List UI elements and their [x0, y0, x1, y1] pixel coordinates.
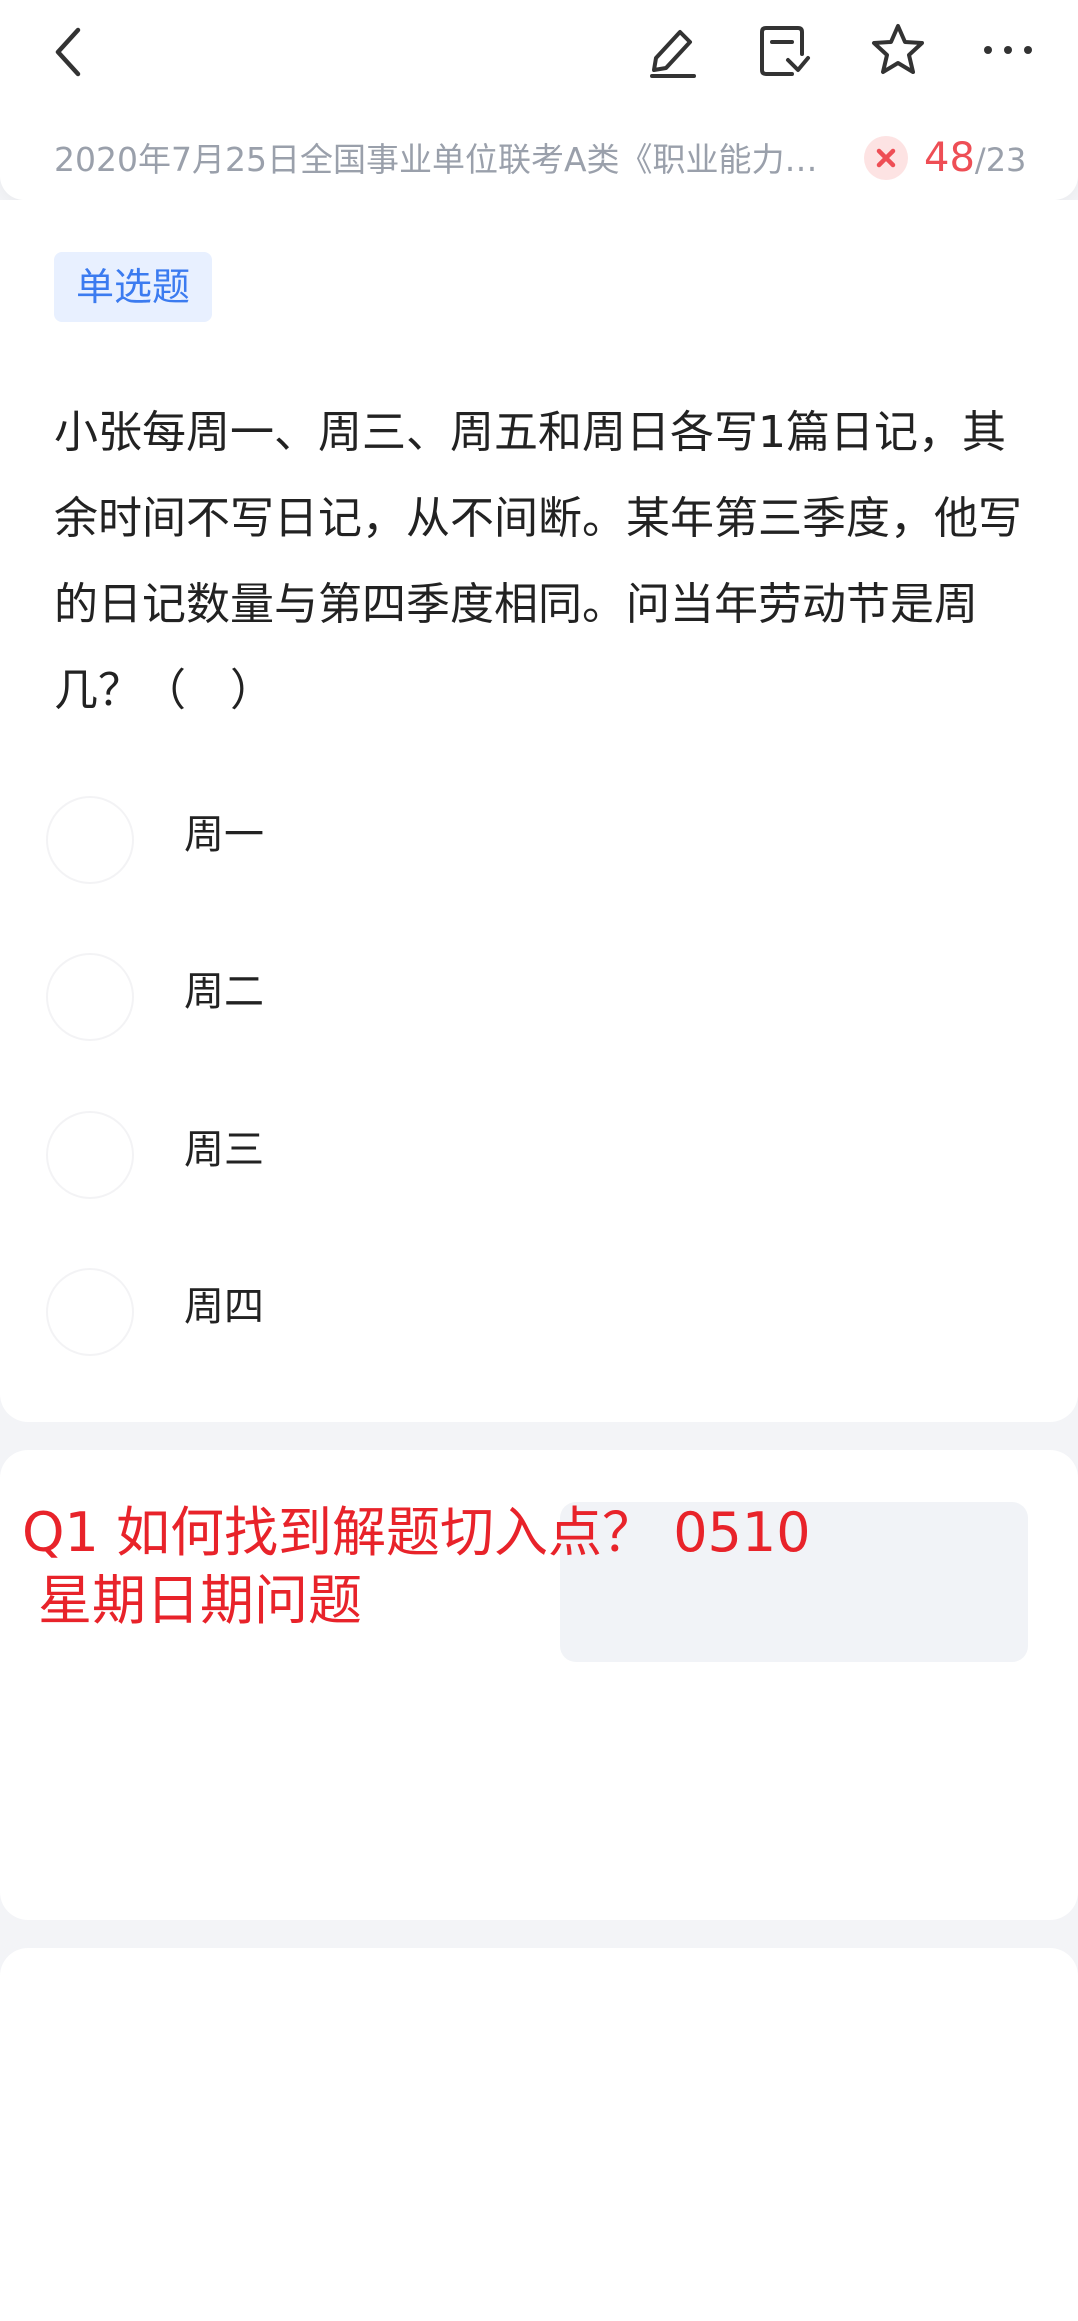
option-label: 周四	[184, 1284, 264, 1330]
exam-title[interactable]: 2020年7月25日全国事业单位联考A类《职业能力…	[54, 138, 824, 182]
question-type-badge: 单选题	[54, 252, 213, 322]
option-label: 周二	[184, 969, 264, 1015]
bottom-card	[0, 1948, 1078, 2321]
back-icon[interactable]	[40, 22, 100, 82]
annotation-line-2: 星期日期问题	[38, 1569, 362, 1632]
question-card: 单选题 小张每周一、周三、周五和周日各写1篇日记，其余时间不写日记，从不间断。某…	[0, 200, 1078, 1422]
option-radio[interactable]	[46, 796, 134, 884]
option-a[interactable]: 周一	[0, 780, 1078, 890]
wrong-icon	[864, 136, 908, 180]
more-icon[interactable]	[976, 18, 1040, 82]
annotation-line-1: Q1 如何找到解题切入点？ 0510	[22, 1501, 811, 1564]
total-number: /23	[974, 141, 1027, 179]
option-b[interactable]: 周二	[0, 937, 1078, 1047]
note-icon[interactable]	[752, 18, 816, 82]
top-bar: 2020年7月25日全国事业单位联考A类《职业能力… 48/23	[0, 0, 1078, 200]
question-counter: 48/23	[924, 130, 1026, 188]
option-d[interactable]: 周四	[0, 1252, 1078, 1362]
option-radio[interactable]	[46, 1111, 134, 1199]
edit-icon[interactable]	[640, 18, 704, 82]
option-label: 周三	[184, 1127, 264, 1173]
option-label: 周一	[184, 812, 264, 858]
option-radio[interactable]	[46, 1268, 134, 1356]
annotation-card: Q1 如何找到解题切入点？ 0510 星期日期问题	[0, 1450, 1078, 1920]
option-radio[interactable]	[46, 953, 134, 1041]
star-icon[interactable]	[866, 18, 930, 82]
question-stem: 小张每周一、周三、周五和周日各写1篇日记，其余时间不写日记，从不间断。某年第三季…	[54, 407, 1022, 716]
option-c[interactable]: 周三	[0, 1095, 1078, 1205]
current-number: 48	[924, 135, 975, 181]
